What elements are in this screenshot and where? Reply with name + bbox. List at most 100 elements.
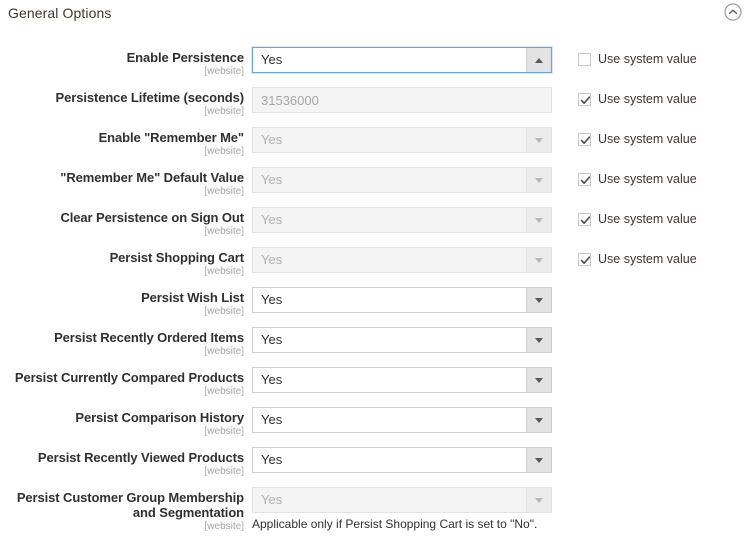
field-label-text: Persist Shopping Cart bbox=[0, 250, 244, 265]
field-control: Yes bbox=[252, 447, 552, 473]
chevron-down-icon bbox=[526, 168, 551, 192]
field-row: Persistence Lifetime (seconds)[website] U… bbox=[0, 83, 750, 123]
field-control: Yes Applicable only if Persist Shopping C… bbox=[252, 487, 552, 532]
field-row: Persist Recently Ordered Items[website] Y… bbox=[0, 323, 750, 363]
chevron-down-icon[interactable] bbox=[526, 288, 551, 312]
select-value: Yes bbox=[253, 128, 551, 152]
checkbox-box[interactable] bbox=[578, 213, 591, 226]
field-row: Persist Currently Compared Products[webs… bbox=[0, 363, 750, 403]
field-row: Persist Recently Viewed Products[website… bbox=[0, 443, 750, 483]
field-control: Yes bbox=[252, 367, 552, 393]
field-label: Enable Persistence[website] bbox=[0, 50, 244, 78]
field-label: Persist Currently Compared Products[webs… bbox=[0, 370, 244, 398]
field-control: Yes bbox=[252, 247, 552, 273]
field-scope-label: [website] bbox=[0, 305, 244, 318]
page-title: General Options bbox=[8, 5, 111, 21]
field-scope-label: [website] bbox=[0, 185, 244, 198]
field-scope-label: [website] bbox=[0, 465, 244, 478]
field-control: Yes bbox=[252, 127, 552, 153]
field-label: Persist Wish List[website] bbox=[0, 290, 244, 318]
field-row: Enable "Remember Me"[website] Yes Use syst… bbox=[0, 123, 750, 163]
select-control[interactable]: Yes bbox=[252, 287, 552, 313]
select-value: Yes bbox=[253, 248, 551, 272]
field-scope-label: [website] bbox=[0, 145, 244, 158]
field-label-text: Clear Persistence on Sign Out bbox=[0, 210, 244, 225]
chevron-down-icon[interactable] bbox=[526, 328, 551, 352]
use-system-value-checkbox[interactable]: Use system value bbox=[578, 212, 697, 226]
field-scope-label: [website] bbox=[0, 265, 244, 278]
use-system-value-checkbox[interactable]: Use system value bbox=[578, 252, 697, 266]
chevron-down-icon[interactable] bbox=[526, 448, 551, 472]
field-row: Persist Shopping Cart[website] Yes Use sys… bbox=[0, 243, 750, 283]
chevron-down-icon bbox=[526, 248, 551, 272]
select-value: Yes bbox=[253, 208, 551, 232]
field-scope-label: [website] bbox=[0, 225, 244, 238]
field-label-text: Persist Wish List bbox=[0, 290, 244, 305]
select-value: Yes bbox=[253, 448, 551, 472]
chevron-down-icon[interactable] bbox=[526, 48, 551, 72]
use-system-value-checkbox[interactable]: Use system value bbox=[578, 92, 697, 106]
use-system-value-label: Use system value bbox=[598, 92, 697, 106]
use-system-value-checkbox[interactable]: Use system value bbox=[578, 132, 697, 146]
general-options-field-list: Enable Persistence[website] Yes Use system… bbox=[0, 28, 750, 529]
select-control[interactable]: Yes bbox=[252, 447, 552, 473]
field-row: Clear Persistence on Sign Out[website] Ye… bbox=[0, 203, 750, 243]
select-control: Yes bbox=[252, 487, 552, 513]
use-system-value-label: Use system value bbox=[598, 52, 697, 66]
field-label-text: Persist Recently Ordered Items bbox=[0, 330, 244, 345]
use-system-value-checkbox[interactable]: Use system value bbox=[578, 52, 697, 66]
select-control[interactable]: Yes bbox=[252, 47, 552, 73]
field-label: Clear Persistence on Sign Out[website] bbox=[0, 210, 244, 238]
checkbox-box[interactable] bbox=[578, 253, 591, 266]
checkbox-box[interactable] bbox=[578, 173, 591, 186]
chevron-down-icon[interactable] bbox=[526, 408, 551, 432]
chevron-down-icon[interactable] bbox=[526, 368, 551, 392]
text-input bbox=[252, 87, 552, 113]
field-scope-label: [website] bbox=[0, 425, 244, 438]
field-label: Enable "Remember Me"[website] bbox=[0, 130, 244, 158]
select-value: Yes bbox=[253, 168, 551, 192]
use-system-value-checkbox[interactable]: Use system value bbox=[578, 172, 697, 186]
field-scope-label: [website] bbox=[0, 65, 244, 78]
field-label-text: "Remember Me" Default Value bbox=[0, 170, 244, 185]
field-scope-label: [website] bbox=[0, 385, 244, 398]
field-label-text: Persist Customer Group Membership and Se… bbox=[0, 490, 244, 520]
field-row: Persist Comparison History[website] Yes bbox=[0, 403, 750, 443]
checkbox-box[interactable] bbox=[578, 133, 591, 146]
select-value: Yes bbox=[253, 368, 551, 392]
field-label: Persist Recently Viewed Products[website… bbox=[0, 450, 244, 478]
field-label: Persist Recently Ordered Items[website] bbox=[0, 330, 244, 358]
select-control[interactable]: Yes bbox=[252, 327, 552, 353]
chevron-down-icon bbox=[526, 128, 551, 152]
select-value: Yes bbox=[253, 288, 551, 312]
select-value: Yes bbox=[253, 408, 551, 432]
field-control: Yes bbox=[252, 167, 552, 193]
field-control: Yes bbox=[252, 47, 552, 73]
select-value: Yes bbox=[253, 48, 551, 72]
select-control[interactable]: Yes bbox=[252, 367, 552, 393]
field-label: Persist Customer Group Membership and Se… bbox=[0, 490, 244, 533]
field-row: "Remember Me" Default Value[website] Yes U… bbox=[0, 163, 750, 203]
chevron-up-circle-icon[interactable] bbox=[723, 2, 743, 22]
select-control: Yes bbox=[252, 247, 552, 273]
field-row: Persist Wish List[website] Yes bbox=[0, 283, 750, 323]
field-label: Persist Shopping Cart[website] bbox=[0, 250, 244, 278]
field-control bbox=[252, 87, 552, 113]
chevron-down-icon bbox=[526, 208, 551, 232]
field-control: Yes bbox=[252, 327, 552, 353]
field-control: Yes bbox=[252, 407, 552, 433]
use-system-value-label: Use system value bbox=[598, 132, 697, 146]
field-label: Persistence Lifetime (seconds)[website] bbox=[0, 90, 244, 118]
field-scope-label: [website] bbox=[0, 105, 244, 118]
select-control[interactable]: Yes bbox=[252, 407, 552, 433]
field-row: Enable Persistence[website] Yes Use system… bbox=[0, 43, 750, 83]
field-label: Persist Comparison History[website] bbox=[0, 410, 244, 438]
field-note: Applicable only if Persist Shopping Cart… bbox=[252, 517, 552, 532]
field-control: Yes bbox=[252, 287, 552, 313]
checkbox-box[interactable] bbox=[578, 93, 591, 106]
field-control: Yes bbox=[252, 207, 552, 233]
select-value: Yes bbox=[253, 328, 551, 352]
field-label-text: Persist Comparison History bbox=[0, 410, 244, 425]
use-system-value-label: Use system value bbox=[598, 252, 697, 266]
checkbox-box[interactable] bbox=[578, 53, 591, 66]
